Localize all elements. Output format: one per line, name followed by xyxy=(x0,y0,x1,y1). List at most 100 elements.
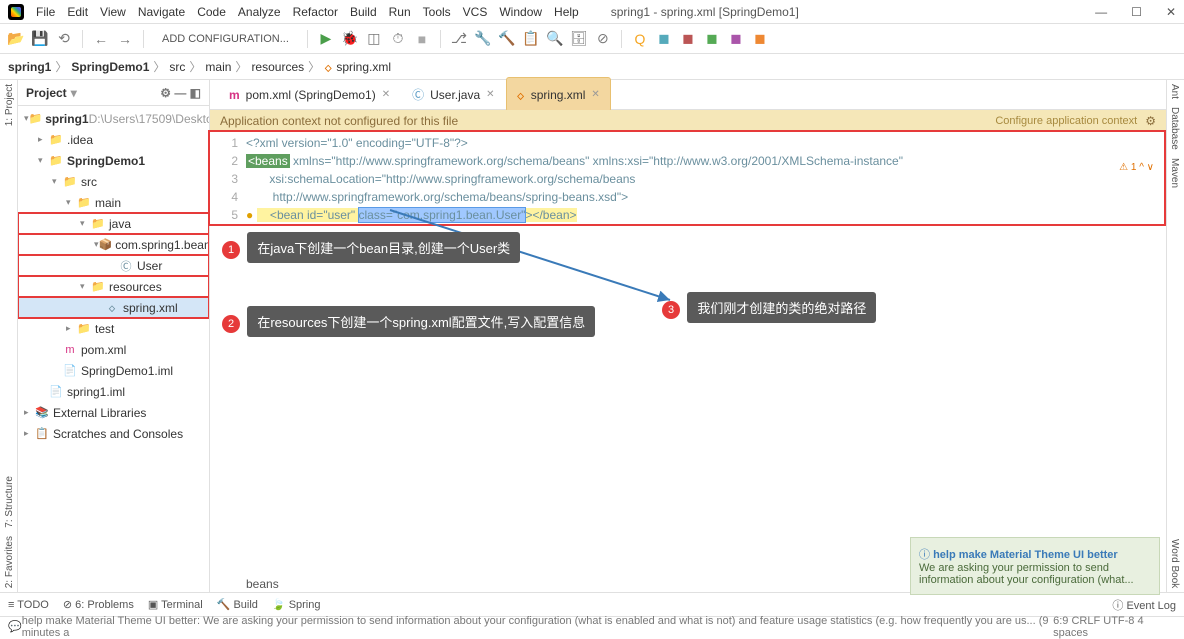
save-icon[interactable]: 💾 xyxy=(32,31,48,47)
right-sidebar: Ant Database Maven Word Book xyxy=(1166,80,1184,592)
menu-file[interactable]: File xyxy=(36,5,55,19)
debug-icon[interactable]: 🐞 xyxy=(342,31,358,47)
configure-context-link[interactable]: Configure application context xyxy=(995,115,1137,127)
run-icon[interactable]: ▶ xyxy=(318,31,334,47)
close-tab-icon[interactable]: ✕ xyxy=(382,89,390,100)
crumb-resources[interactable]: resources xyxy=(251,60,304,74)
sidebar-ant[interactable]: Ant xyxy=(1167,80,1184,103)
structure-icon[interactable]: 📋 xyxy=(523,31,539,47)
menu-analyze[interactable]: Analyze xyxy=(238,5,281,19)
refresh-icon[interactable]: ⟲ xyxy=(56,31,72,47)
crumb-spring1[interactable]: spring1 xyxy=(8,60,51,74)
annotation-2: 在resources下创建一个spring.xml配置文件,写入配置信息 xyxy=(247,306,595,337)
editor-area: mpom.xml (SpringDemo1)✕ ⒸUser.java✕ 🝔spr… xyxy=(210,80,1166,592)
add-configuration-button[interactable]: ADD CONFIGURATION... xyxy=(154,31,297,47)
vcs-icon[interactable]: ⎇ xyxy=(451,31,467,47)
coverage-icon[interactable]: ◫ xyxy=(366,31,382,47)
menu-edit[interactable]: Edit xyxy=(67,5,88,19)
project-panel: Project ▾ ⚙ — ◧ ▾📁spring1 D:\Users\17509… xyxy=(18,80,210,592)
menu-build[interactable]: Build xyxy=(350,5,377,19)
tree-item[interactable]: ▾📁resources xyxy=(18,276,209,297)
sidebar-database[interactable]: Database xyxy=(1167,103,1184,154)
editor-breadcrumb[interactable]: beans xyxy=(246,577,279,591)
crumb-src[interactable]: src xyxy=(169,60,185,74)
gear-icon[interactable]: ⚙ xyxy=(1145,114,1156,128)
toolbar: 📂 💾 ⟲ ← → ADD CONFIGURATION... ▶ 🐞 ◫ ⏱ ■… xyxy=(0,24,1184,54)
sidebar-favorites[interactable]: 2: Favorites xyxy=(0,532,17,592)
tree-item[interactable]: ▾📁SpringDemo1 xyxy=(18,150,209,171)
notification-toast[interactable]: ⓘ help make Material Theme UI better We … xyxy=(910,537,1160,595)
db-icon[interactable]: 🗄 xyxy=(571,31,587,47)
profile-icon[interactable]: ⏱ xyxy=(390,31,406,47)
tree-item[interactable]: ▾📁java xyxy=(18,213,209,234)
sq2-icon[interactable]: ◼ xyxy=(680,31,696,47)
project-settings-icon[interactable]: ⚙ — ◧ xyxy=(160,86,201,100)
forward-icon[interactable]: → xyxy=(117,31,133,47)
open-icon[interactable]: 📂 xyxy=(8,31,24,47)
search-icon[interactable]: 🔍 xyxy=(547,31,563,47)
sq3-icon[interactable]: ◼ xyxy=(704,31,720,47)
tab-spring[interactable]: Spring xyxy=(289,599,321,611)
tree-item[interactable]: ▾📁spring1 D:\Users\17509\Desktop xyxy=(18,108,209,129)
menu-view[interactable]: View xyxy=(100,5,126,19)
menu-vcs[interactable]: VCS xyxy=(463,5,488,19)
tree-item[interactable]: ⒸUser xyxy=(18,255,209,276)
menu-tools[interactable]: Tools xyxy=(423,5,451,19)
tree-item[interactable]: ▸📁.idea xyxy=(18,129,209,150)
tab-build[interactable]: Build xyxy=(233,599,257,611)
menu-navigate[interactable]: Navigate xyxy=(138,5,185,19)
sq1-icon[interactable]: ◼ xyxy=(656,31,672,47)
sidebar-wordbook[interactable]: Word Book xyxy=(1167,535,1184,592)
tab-terminal[interactable]: Terminal xyxy=(161,599,203,611)
back-icon[interactable]: ← xyxy=(93,31,109,47)
tab-problems[interactable]: 6: Problems xyxy=(75,599,134,611)
menu-help[interactable]: Help xyxy=(554,5,579,19)
tree-item[interactable]: ▾📁main xyxy=(18,192,209,213)
menu-refactor[interactable]: Refactor xyxy=(293,5,338,19)
tree-item[interactable]: 📄SpringDemo1.iml xyxy=(18,360,209,381)
menu-window[interactable]: Window xyxy=(499,5,542,19)
annotation-1: 在java下创建一个bean目录,创建一个User类 xyxy=(247,232,520,263)
tree-item[interactable]: 🝔spring.xml xyxy=(18,297,209,318)
tree-item[interactable]: ▸📋Scratches and Consoles xyxy=(18,423,209,444)
tab-eventlog[interactable]: Event Log xyxy=(1126,600,1176,612)
minimize-icon[interactable]: — xyxy=(1095,5,1107,19)
sidebar-project[interactable]: 1: Project xyxy=(0,80,17,130)
status-info: 6:9 CRLF UTF-8 4 spaces xyxy=(1053,615,1176,639)
close-tab-icon[interactable]: ✕ xyxy=(486,89,494,100)
warning-text: Application context not configured for t… xyxy=(220,114,458,128)
sidebar-structure[interactable]: 7: Structure xyxy=(0,472,17,532)
crumb-springxml[interactable]: spring.xml xyxy=(336,60,391,74)
maximize-icon[interactable]: ☐ xyxy=(1131,5,1142,19)
tab-user[interactable]: ⒸUser.java✕ xyxy=(401,81,505,108)
tab-pom[interactable]: mpom.xml (SpringDemo1)✕ xyxy=(218,83,401,107)
scope-icon[interactable]: 🔨 xyxy=(499,31,515,47)
sq5-icon[interactable]: ◼ xyxy=(752,31,768,47)
project-header: Project xyxy=(26,86,67,100)
tab-springxml[interactable]: 🝔spring.xml✕ xyxy=(506,77,611,112)
sidebar-maven[interactable]: Maven xyxy=(1167,154,1184,192)
annotation-3: 我们刚才创建的类的绝对路径 xyxy=(687,292,876,323)
block-icon[interactable]: ⊘ xyxy=(595,31,611,47)
tree-item[interactable]: ▾📦com.spring1.bean xyxy=(18,234,209,255)
tree-item[interactable]: ▾📁src xyxy=(18,171,209,192)
tree-item[interactable]: ▸📚External Libraries xyxy=(18,402,209,423)
code-editor[interactable]: 12345 <?xml version="1.0" encoding="UTF-… xyxy=(210,132,1164,224)
q-icon[interactable]: Q xyxy=(632,31,648,47)
menu-run[interactable]: Run xyxy=(389,5,411,19)
tree-item[interactable]: 📄spring1.iml xyxy=(18,381,209,402)
bottom-tool-tabs: ≡ TODO ⊘ 6: Problems ▣ Terminal 🔨 Build … xyxy=(0,592,1184,616)
close-icon[interactable]: ✕ xyxy=(1166,5,1176,19)
close-tab-icon[interactable]: ✕ xyxy=(591,89,599,100)
project-tree[interactable]: ▾📁spring1 D:\Users\17509\Desktop▸📁.idea▾… xyxy=(18,106,209,592)
crumb-springdemo1[interactable]: SpringDemo1 xyxy=(71,60,149,74)
tab-todo[interactable]: TODO xyxy=(17,599,49,611)
stop-icon[interactable]: ■ xyxy=(414,31,430,47)
annotation-2-icon: 2 xyxy=(222,315,240,333)
crumb-main[interactable]: main xyxy=(205,60,231,74)
tool-icon[interactable]: 🔧 xyxy=(475,31,491,47)
tree-item[interactable]: ▸📁test xyxy=(18,318,209,339)
tree-item[interactable]: mpom.xml xyxy=(18,339,209,360)
sq4-icon[interactable]: ◼ xyxy=(728,31,744,47)
menu-code[interactable]: Code xyxy=(197,5,226,19)
